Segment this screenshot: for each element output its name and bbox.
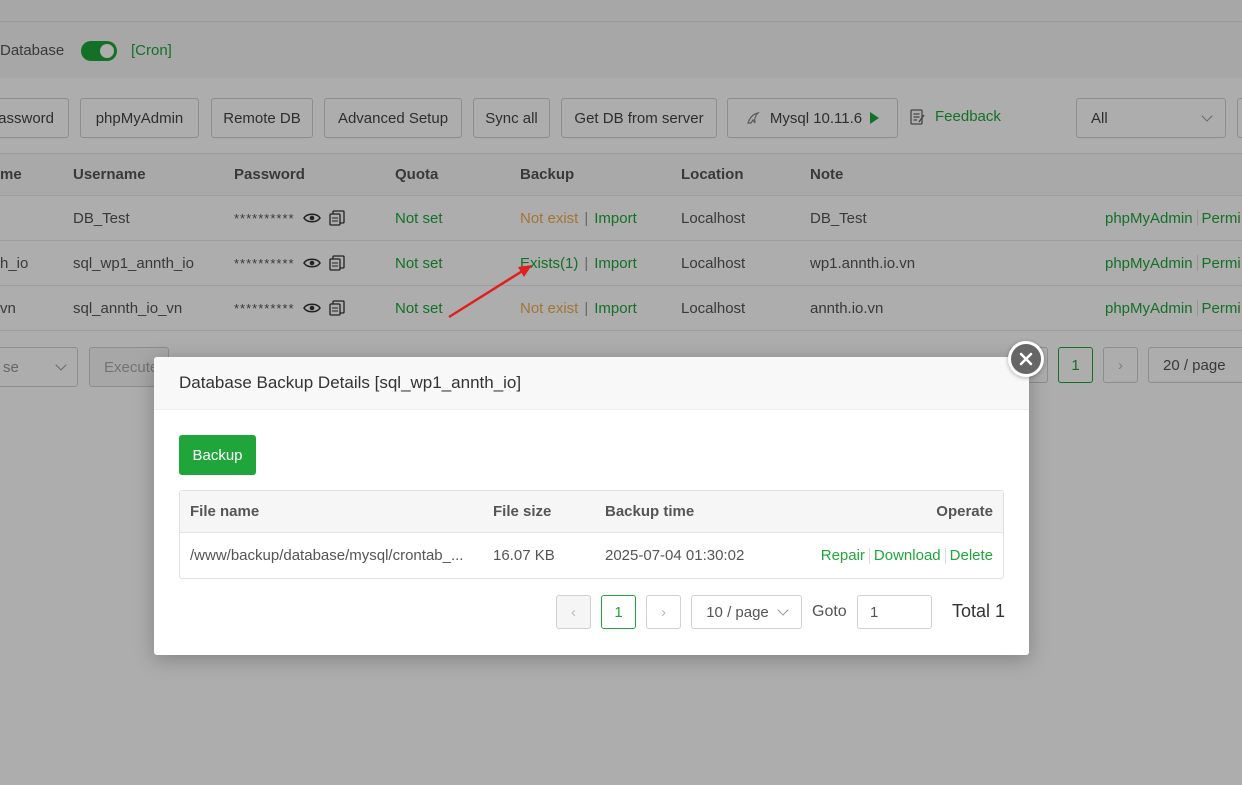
modal-pagination: ‹ 1 › 10 / page Goto 1 Total 1 bbox=[154, 595, 1029, 631]
backup-details-modal: Database Backup Details [sql_wp1_annth_i… bbox=[154, 357, 1029, 655]
backup-table-header: File name File size Backup time Operate bbox=[180, 491, 1003, 533]
prev-page-button[interactable]: ‹ bbox=[556, 595, 591, 629]
modal-title-text: Database Backup Details [sql_wp1_annth_i… bbox=[179, 373, 522, 392]
per-page-select[interactable]: 10 / page bbox=[691, 595, 802, 629]
per-page-value: 10 / page bbox=[706, 603, 769, 621]
close-icon bbox=[1019, 352, 1033, 366]
page-1-button[interactable]: 1 bbox=[601, 595, 636, 629]
header-operate: Operate bbox=[936, 503, 993, 520]
goto-page-value: 1 bbox=[870, 603, 879, 621]
chevron-left-icon: ‹ bbox=[571, 603, 576, 621]
chevron-right-icon: › bbox=[661, 603, 666, 621]
backup-file-size: 16.07 KB bbox=[493, 547, 555, 564]
backup-file-name: /www/backup/database/mysql/crontab_... bbox=[190, 547, 464, 564]
header-backup-time: Backup time bbox=[605, 503, 695, 520]
table-row: /www/backup/database/mysql/crontab_... 1… bbox=[180, 533, 1003, 578]
backup-button[interactable]: Backup bbox=[179, 435, 256, 475]
backup-operations: Repair Download Delete bbox=[821, 533, 993, 578]
repair-link[interactable]: Repair bbox=[821, 547, 865, 564]
total-count: Total 1 bbox=[952, 601, 1006, 621]
goto-label: Goto bbox=[812, 603, 847, 620]
divider bbox=[944, 547, 946, 564]
delete-link[interactable]: Delete bbox=[950, 547, 993, 564]
page-number: 1 bbox=[614, 603, 623, 621]
backup-button-label: Backup bbox=[192, 446, 243, 464]
backup-time: 2025-07-04 01:30:02 bbox=[605, 547, 745, 564]
close-modal-button[interactable] bbox=[1008, 341, 1044, 377]
goto-page-input[interactable]: 1 bbox=[857, 595, 932, 629]
header-file-name: File name bbox=[190, 503, 260, 520]
next-page-button[interactable]: › bbox=[646, 595, 681, 629]
modal-title: Database Backup Details [sql_wp1_annth_i… bbox=[154, 357, 1029, 410]
header-file-size: File size bbox=[493, 503, 552, 520]
chevron-down-icon bbox=[777, 604, 789, 616]
download-link[interactable]: Download bbox=[874, 547, 941, 564]
divider bbox=[868, 547, 870, 564]
backup-files-table: File name File size Backup time Operate … bbox=[179, 490, 1004, 579]
